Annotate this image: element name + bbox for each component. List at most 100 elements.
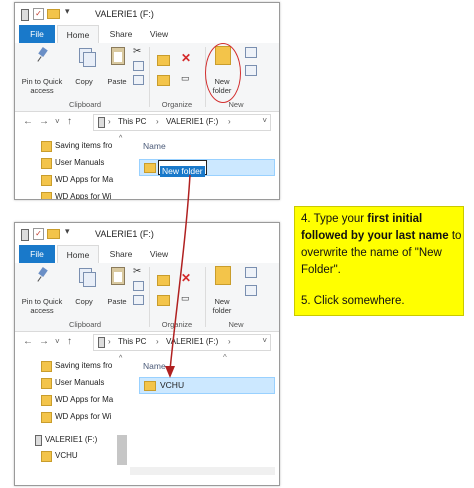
- delete-icon[interactable]: ✕: [181, 51, 191, 65]
- tab-share[interactable]: Share: [103, 245, 139, 263]
- column-header-name[interactable]: Name: [143, 141, 166, 151]
- folder-icon: [41, 361, 52, 372]
- column-header-name[interactable]: Name: [143, 361, 166, 371]
- breadcrumb-drive[interactable]: VALERIE1 (F:): [166, 117, 218, 126]
- chevron-right-icon[interactable]: ›: [108, 337, 111, 346]
- nav-item-drive[interactable]: VALERIE1 (F:): [35, 433, 125, 447]
- tab-view[interactable]: View: [143, 25, 175, 43]
- nav-scrollbar[interactable]: [117, 435, 127, 465]
- paste-shortcut-icon[interactable]: [133, 75, 144, 85]
- cut-icon[interactable]: ✂: [133, 46, 141, 57]
- chevron-down-icon[interactable]: ˅: [262, 116, 267, 125]
- ribbon-separator: [205, 267, 206, 327]
- copy-button[interactable]: Copy: [71, 77, 97, 86]
- chevron-right-icon[interactable]: ›: [228, 117, 231, 126]
- cut-icon[interactable]: ✂: [133, 266, 141, 277]
- up-icon[interactable]: ↑: [67, 116, 72, 127]
- nav-item[interactable]: WD Apps for Wi: [41, 190, 131, 200]
- folder-icon: [41, 395, 52, 406]
- back-icon[interactable]: ←: [23, 116, 33, 127]
- nav-item-label: WD Apps for Ma: [55, 175, 114, 184]
- move-to-icon[interactable]: [157, 55, 170, 66]
- tab-home[interactable]: Home: [57, 245, 99, 264]
- paste-shortcut-icon[interactable]: [133, 295, 144, 305]
- easy-access-icon[interactable]: [245, 285, 257, 296]
- breadcrumb-this-pc[interactable]: This PC: [118, 337, 146, 346]
- copy-to-icon[interactable]: [157, 295, 170, 306]
- chevron-right-icon[interactable]: ›: [156, 337, 159, 346]
- ribbon-tabs: File Home Share View: [15, 245, 279, 264]
- nav-item[interactable]: WD Apps for Wi: [41, 410, 131, 424]
- address-bar[interactable]: › This PC › VALERIE1 (F:) › ˅: [93, 334, 271, 351]
- nav-item[interactable]: WD Apps for Ma: [41, 393, 131, 407]
- ribbon-tabs: File Home Share View: [15, 25, 279, 44]
- copy-icon[interactable]: [79, 48, 96, 67]
- paste-icon[interactable]: [111, 267, 125, 285]
- rename-input[interactable]: New folder: [158, 160, 207, 177]
- quick-access-dropdown-icon[interactable]: ▾: [65, 226, 70, 237]
- breadcrumb-drive[interactable]: VALERIE1 (F:): [166, 337, 218, 346]
- recent-dropdown-icon[interactable]: ˅: [55, 337, 60, 346]
- nav-item[interactable]: User Manuals: [41, 376, 131, 390]
- delete-icon[interactable]: ✕: [181, 271, 191, 285]
- new-folder-icon[interactable]: [215, 266, 231, 285]
- quick-access-dropdown-icon[interactable]: ▾: [65, 6, 70, 17]
- forward-icon[interactable]: →: [39, 116, 49, 127]
- chevron-down-icon[interactable]: ˅: [262, 336, 267, 345]
- up-icon[interactable]: ↑: [67, 336, 72, 347]
- chevron-right-icon[interactable]: ›: [156, 117, 159, 126]
- copy-path-icon[interactable]: [133, 281, 144, 291]
- pin-icon[interactable]: [37, 268, 47, 282]
- folder-icon: [41, 141, 52, 152]
- easy-access-icon[interactable]: [245, 65, 257, 76]
- group-clipboard: Clipboard: [68, 100, 102, 109]
- breadcrumb-this-pc[interactable]: This PC: [118, 117, 146, 126]
- nav-item[interactable]: User Manuals: [41, 156, 131, 170]
- nav-item[interactable]: WD Apps for Ma: [41, 173, 131, 187]
- tab-file[interactable]: File: [19, 25, 55, 43]
- new-item-icon[interactable]: [245, 267, 257, 278]
- pin-to-quick-access-button[interactable]: Pin to Quick access: [19, 77, 65, 95]
- copy-to-icon[interactable]: [157, 75, 170, 86]
- nav-item-label: Saving items fro: [55, 141, 113, 150]
- group-new: New: [228, 100, 244, 109]
- rename-icon[interactable]: ▭: [181, 293, 190, 304]
- list-item-new-folder[interactable]: New folder: [139, 159, 275, 177]
- nav-item[interactable]: Saving items fro: [41, 359, 131, 373]
- title-bar: ✓ ▾ VALERIE1 (F:): [15, 3, 279, 25]
- tab-view[interactable]: View: [143, 245, 175, 263]
- address-bar-row: ← → ˅ ↑ › This PC › VALERIE1 (F:) › ˅: [15, 113, 279, 131]
- chevron-right-icon[interactable]: ›: [228, 337, 231, 346]
- recent-dropdown-icon[interactable]: ˅: [55, 117, 60, 126]
- paste-button[interactable]: Paste: [103, 77, 131, 86]
- nav-item[interactable]: Saving items fro: [41, 139, 131, 153]
- rename-icon[interactable]: ▭: [181, 73, 190, 84]
- pin-to-quick-access-button[interactable]: Pin to Quick access: [19, 297, 65, 315]
- copy-button[interactable]: Copy: [71, 297, 97, 306]
- folder-name: VCHU: [160, 380, 185, 390]
- nav-item-label: WD Apps for Wi: [55, 192, 112, 200]
- folder-icon[interactable]: [47, 229, 60, 239]
- address-bar[interactable]: › This PC › VALERIE1 (F:) › ˅: [93, 114, 271, 131]
- new-item-icon[interactable]: [245, 47, 257, 58]
- pin-icon[interactable]: [37, 48, 47, 62]
- new-folder-button[interactable]: New folder: [207, 297, 237, 315]
- chevron-right-icon[interactable]: ›: [108, 117, 111, 126]
- paste-button[interactable]: Paste: [103, 297, 131, 306]
- forward-icon[interactable]: →: [39, 336, 49, 347]
- folder-icon[interactable]: [47, 9, 60, 19]
- copy-path-icon[interactable]: [133, 61, 144, 71]
- properties-icon[interactable]: ✓: [33, 228, 44, 240]
- properties-icon[interactable]: ✓: [33, 8, 44, 20]
- copy-icon[interactable]: [79, 268, 96, 287]
- ribbon: Pin to Quick access Copy Paste ✂ ✕ ▭ New…: [15, 43, 279, 112]
- list-item-vchu[interactable]: VCHU: [139, 377, 275, 394]
- tab-home[interactable]: Home: [57, 25, 99, 44]
- move-to-icon[interactable]: [157, 275, 170, 286]
- nav-item-label: Saving items fro: [55, 361, 113, 370]
- back-icon[interactable]: ←: [23, 336, 33, 347]
- tab-file[interactable]: File: [19, 245, 55, 263]
- nav-item-label: VALERIE1 (F:): [45, 435, 98, 444]
- paste-icon[interactable]: [111, 47, 125, 65]
- tab-share[interactable]: Share: [103, 25, 139, 43]
